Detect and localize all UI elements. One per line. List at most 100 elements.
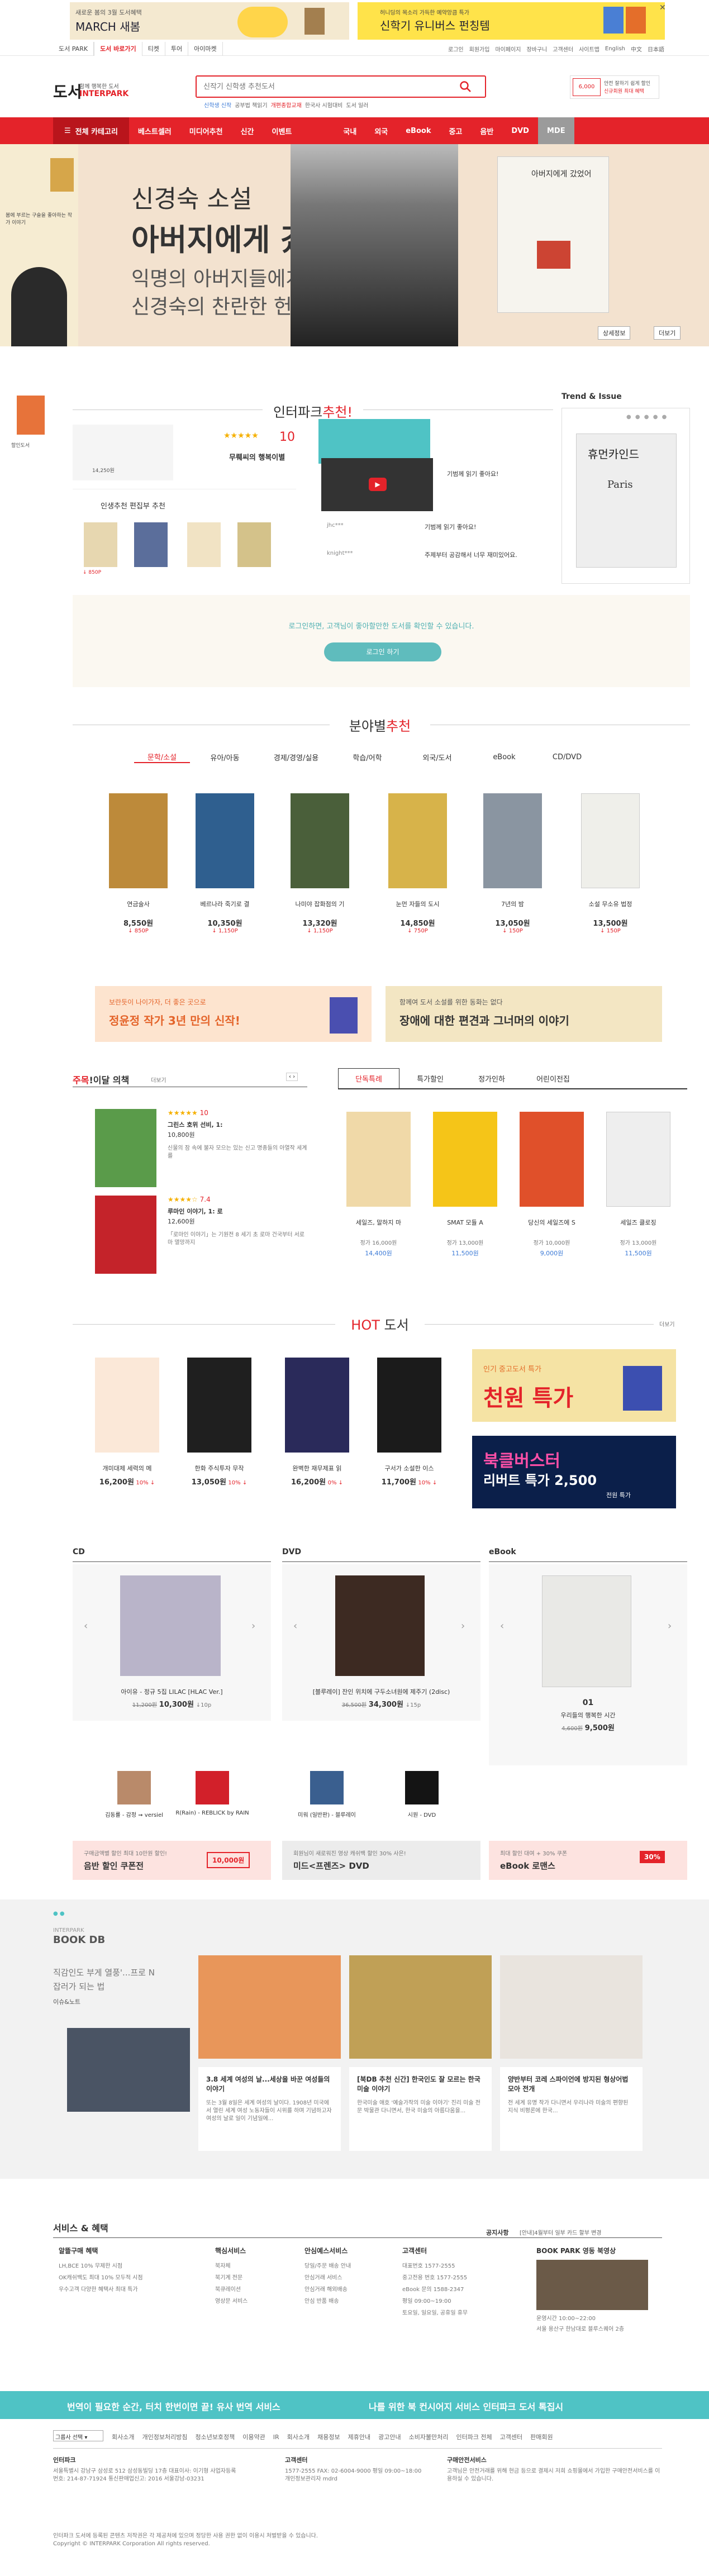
footer-link[interactable]: 광고안내: [378, 2432, 401, 2441]
book-cover[interactable]: [606, 1112, 670, 1207]
tab-foreign[interactable]: 외국/도서: [402, 752, 472, 763]
login-link[interactable]: 로그인: [448, 45, 464, 53]
next-icon[interactable]: ›: [461, 1620, 465, 1632]
book-cover[interactable]: [520, 1112, 584, 1207]
book-cover[interactable]: [377, 1358, 441, 1453]
book-cover[interactable]: [346, 1112, 411, 1207]
service-tab-ticket[interactable]: 티켓: [142, 41, 165, 56]
book-cover[interactable]: [95, 1358, 159, 1453]
promo-strip-link[interactable]: 번역이 필요한 순간, 터치 한번이면 끝! 유사 번역 서비스: [67, 2399, 280, 2413]
footer-link[interactable]: 인터파크 전체: [456, 2432, 492, 2441]
group-select[interactable]: 그룹사 선택 ▾: [53, 2430, 103, 2441]
prev-icon[interactable]: ‹: [500, 1620, 504, 1632]
article-card[interactable]: 3.8 세계 여성의 날...세상을 바꾼 여성들의 이야기 또는 3월 8일은…: [198, 2067, 341, 2151]
col-item[interactable]: 안심거래 해외배송: [304, 2284, 388, 2293]
col-item[interactable]: LH,BCE 10% 무제한 시점: [59, 2261, 198, 2269]
keyword-link[interactable]: 신학생 신작: [204, 101, 231, 109]
trend-book[interactable]: 휴먼카인드 Paris: [576, 434, 677, 568]
article-image[interactable]: [349, 1955, 492, 2059]
site-logo[interactable]: 도서: [53, 80, 82, 102]
nav-mde[interactable]: MDE: [537, 117, 574, 144]
book-title[interactable]: 구서가 소설한 이스: [369, 1464, 450, 1473]
book-cover[interactable]: [109, 793, 168, 888]
carousel-dots[interactable]: ● ● ● ● ●: [626, 414, 668, 420]
col-item[interactable]: 북기계 전문: [215, 2273, 293, 2281]
dvd-cover[interactable]: [335, 1575, 425, 1676]
side-ad[interactable]: [17, 396, 45, 435]
cd-small-title[interactable]: R(Rain) - REBLICK by RAIN: [170, 1810, 254, 1816]
hero-side-panel[interactable]: 봄에 부르는 구슬을 좋아하는 작가 이야기: [0, 144, 78, 346]
service-tab-imarket[interactable]: 아이마켓: [188, 41, 223, 56]
ebook-item-title[interactable]: 우리들의 행복한 시간: [489, 1711, 687, 1720]
notice-text[interactable]: [안내]4월부터 일부 카드 할부 변경: [520, 2228, 601, 2236]
play-icon[interactable]: ▶: [369, 478, 387, 491]
book-cover[interactable]: [187, 1358, 251, 1453]
dvd-promo-banner[interactable]: 회원님이 새로워진 영상 캐쉬백 할인 30% 사은! 미드<프렌즈> DVD: [282, 1841, 480, 1880]
support-link[interactable]: 고객센터: [553, 45, 573, 53]
tab-price-down[interactable]: 정가인하: [461, 1069, 522, 1088]
search-icon[interactable]: [459, 80, 472, 93]
book-title[interactable]: 한화 주식투자 무작: [179, 1464, 260, 1473]
footer-link[interactable]: 제휴안내: [348, 2432, 370, 2441]
col-item[interactable]: 북자체: [215, 2261, 293, 2269]
book-cover[interactable]: [196, 793, 254, 888]
event-banner-right[interactable]: 함께여 도서 소설를 위한 동화는 없다 장애에 대한 편견과 그너머의 이야기: [386, 986, 662, 1042]
article-card[interactable]: [북DB 추천 신간] 한국인도 잘 모르는 한국 미술 이야기 한국미술 애호…: [349, 2067, 492, 2151]
tab-exclusive[interactable]: 단독특례: [338, 1068, 399, 1088]
book-cover[interactable]: [388, 793, 447, 888]
bookdb-side-title[interactable]: 잡러가 되는 법: [53, 1980, 193, 1992]
new-semester-banner[interactable]: 허니딩의 목소리 가득한 예약앙큼 특가 신학기 유니버스 펀칭템: [358, 2, 665, 40]
col-item[interactable]: OK캐쉬백도 최대 10% 모두적 시점: [59, 2273, 198, 2281]
book-cover[interactable]: [95, 1196, 156, 1274]
nav-used[interactable]: 중고: [440, 117, 471, 144]
book-title[interactable]: 그린스 호위 선비, 1:: [168, 1120, 307, 1129]
sitemap-link[interactable]: 사이트맵: [579, 45, 599, 53]
video-thumbnail[interactable]: ▶: [321, 458, 433, 511]
detail-button[interactable]: 상세정보: [598, 326, 631, 340]
nav-new[interactable]: 신간: [232, 117, 263, 144]
service-tab-tour[interactable]: 투어: [165, 41, 189, 56]
promo-strip-link[interactable]: 나를 위한 북 컨시어지 서비스 인터파크 도서 톡집시: [369, 2399, 563, 2413]
cd-small-title[interactable]: 김동률 - 감정 ➞ versiel: [92, 1810, 176, 1818]
dvd-thumbnail[interactable]: [405, 1771, 439, 1804]
next-icon[interactable]: ›: [251, 1620, 255, 1632]
notice-label[interactable]: 공지사항: [486, 2228, 508, 2237]
search-input[interactable]: [197, 77, 459, 97]
book-title[interactable]: 개미대제 세력의 메: [87, 1464, 168, 1473]
book-title[interactable]: 루마인 이야기, 1: 로: [168, 1207, 307, 1216]
trend-panel[interactable]: ● ● ● ● ● 휴먼카인드 Paris: [562, 408, 690, 584]
tab-study[interactable]: 학습/어학: [332, 752, 402, 763]
album-cover[interactable]: [120, 1575, 221, 1676]
service-tab-book[interactable]: 도서 바로가기: [94, 41, 142, 56]
cd-item-title[interactable]: 아이유 - 정규 5집 LILAC [HLAC Ver.]: [73, 1687, 271, 1696]
mypage-link[interactable]: 마이페이지: [495, 45, 521, 53]
carousel-prev-icon[interactable]: ‹ ›: [286, 1073, 298, 1081]
bookpark-photo[interactable]: [536, 2260, 648, 2310]
cd-thumbnail[interactable]: [117, 1771, 151, 1804]
book-title[interactable]: 나미야 잡화점의 기: [279, 899, 360, 908]
people-photo[interactable]: [67, 2028, 190, 2112]
nav-bestseller[interactable]: 베스트셀러: [129, 117, 180, 144]
march-promo-banner[interactable]: 새로운 봄의 3월 도서혜택 MARCH 새봄: [70, 2, 349, 40]
book-title[interactable]: 베르나라 죽기로 결: [184, 899, 265, 908]
nav-event[interactable]: 이벤트: [263, 117, 301, 144]
book-cover[interactable]: [95, 1109, 156, 1187]
nav-media[interactable]: 미디어추천: [180, 117, 232, 144]
used-book-banner[interactable]: 인기 중고도서 특가 천원 특가: [472, 1349, 676, 1422]
book-title[interactable]: 7년의 밤: [472, 899, 553, 908]
book-title[interactable]: 연금술사: [98, 899, 179, 908]
footer-link[interactable]: 이용약관: [242, 2432, 265, 2441]
col-item[interactable]: 안심 반품 배송: [304, 2296, 388, 2304]
col-item[interactable]: 영상문 서비스: [215, 2296, 293, 2304]
nav-foreign[interactable]: 외국: [365, 117, 397, 144]
tab-ebook[interactable]: eBook: [472, 753, 536, 761]
footer-link[interactable]: 개인정보처리방침: [142, 2432, 187, 2441]
signup-link[interactable]: 회원가입: [469, 45, 490, 53]
nav-domestic[interactable]: 국내: [334, 117, 365, 144]
book-title[interactable]: 세일즈, 말하지 마: [338, 1218, 419, 1227]
footer-link[interactable]: 소비자불만처리: [409, 2432, 449, 2441]
footer-link[interactable]: IR: [273, 2434, 279, 2441]
nav-ebook[interactable]: eBook: [397, 117, 440, 144]
more-button[interactable]: 더보기: [654, 326, 681, 340]
tab-special[interactable]: 특가할인: [399, 1069, 461, 1088]
